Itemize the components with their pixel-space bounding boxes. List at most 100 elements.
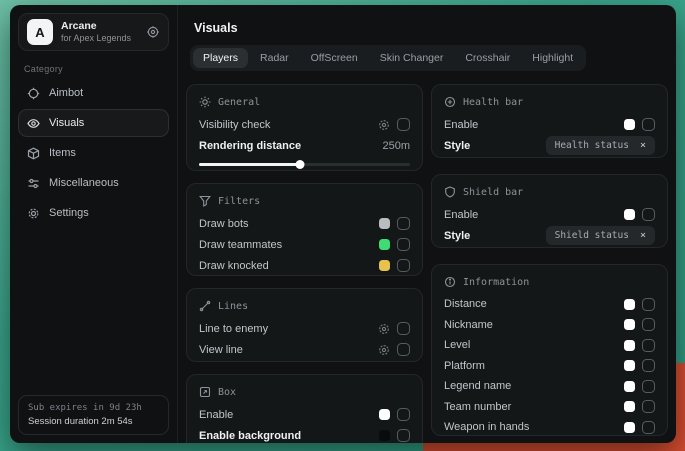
color-swatch[interactable] <box>624 360 635 371</box>
page-title: Visuals <box>194 21 238 35</box>
legend-name-checkbox[interactable] <box>642 380 655 393</box>
platform-checkbox[interactable] <box>642 359 655 372</box>
tab-radar[interactable]: Radar <box>250 48 299 68</box>
row-label: Style <box>444 140 470 152</box>
level-checkbox[interactable] <box>642 339 655 352</box>
draw-teammates-row: Draw teammates <box>199 234 410 255</box>
render-distance-row: Rendering distance 250m <box>199 135 410 156</box>
color-swatch[interactable] <box>624 299 635 310</box>
health-enable-checkbox[interactable] <box>642 118 655 131</box>
row-label: Enable <box>199 409 233 421</box>
nickname-row: Nickname <box>444 315 655 336</box>
diagonal-line-icon <box>199 300 211 312</box>
draw-bots-checkbox[interactable] <box>397 217 410 230</box>
sidebar-item-items[interactable]: Items <box>18 139 169 167</box>
filters-panel-header: Filters <box>199 193 410 209</box>
row-label: Team number <box>444 401 511 413</box>
box-enable-background-row: Enable background <box>199 425 410 443</box>
view-line-checkbox[interactable] <box>397 343 410 356</box>
sidebar-item-label: Aimbot <box>49 87 83 99</box>
information-panel: Information Distance Nickname <box>431 264 668 436</box>
box-enable-checkbox[interactable] <box>397 408 410 421</box>
row-label: Draw knocked <box>199 260 269 272</box>
color-swatch[interactable] <box>624 340 635 351</box>
level-row: Level <box>444 335 655 356</box>
health-bar-panel: Health bar Enable Style Health status <box>431 84 668 158</box>
header-settings-icon[interactable] <box>146 25 160 39</box>
health-style-row: Style Health status × <box>444 135 655 156</box>
render-distance-slider[interactable] <box>199 160 410 169</box>
shield-enable-checkbox[interactable] <box>642 208 655 221</box>
tab-crosshair[interactable]: Crosshair <box>455 48 520 68</box>
row-gear-icon[interactable] <box>378 344 390 356</box>
sidebar-item-visuals[interactable]: Visuals <box>18 109 169 137</box>
health-style-select[interactable]: Health status × <box>546 136 655 155</box>
weapon-in-hands-row: Weapon in hands <box>444 417 655 438</box>
color-swatch[interactable] <box>624 401 635 412</box>
general-panel: General Visibility check <box>186 84 423 171</box>
color-swatch[interactable] <box>624 422 635 433</box>
close-icon[interactable]: × <box>640 141 646 151</box>
sidebar-item-miscellaneous[interactable]: Miscellaneous <box>18 169 169 197</box>
sidebar-item-aimbot[interactable]: Aimbot <box>18 79 169 107</box>
color-swatch[interactable] <box>379 430 390 441</box>
panel-title: Health bar <box>463 97 523 108</box>
color-swatch[interactable] <box>379 239 390 250</box>
lines-panel: Lines Line to enemy <box>186 288 423 362</box>
distance-checkbox[interactable] <box>642 298 655 311</box>
team-number-checkbox[interactable] <box>642 400 655 413</box>
row-label: Weapon in hands <box>444 421 529 433</box>
panel-columns: General Visibility check <box>186 84 668 443</box>
app-meta: Arcane for Apex Legends <box>61 20 138 44</box>
sliders-icon <box>27 177 40 190</box>
panel-title: Information <box>463 277 529 288</box>
left-column: General Visibility check <box>186 84 423 443</box>
visibility-check-checkbox[interactable] <box>397 118 410 131</box>
panel-title: Lines <box>218 301 248 312</box>
color-swatch[interactable] <box>624 119 635 130</box>
draw-knocked-checkbox[interactable] <box>397 259 410 272</box>
tab-skin-changer[interactable]: Skin Changer <box>370 48 454 68</box>
row-label: View line <box>199 344 243 356</box>
view-line-row: View line <box>199 339 410 360</box>
color-swatch[interactable] <box>379 409 390 420</box>
slider-thumb[interactable] <box>296 160 305 169</box>
row-gear-icon[interactable] <box>378 119 390 131</box>
tab-offscreen[interactable]: OffScreen <box>301 48 368 68</box>
draw-teammates-checkbox[interactable] <box>397 238 410 251</box>
select-value: Shield status <box>555 230 629 241</box>
box-panel-header: Box <box>199 384 410 400</box>
draw-bots-row: Draw bots <box>199 213 410 234</box>
shield-style-select[interactable]: Shield status × <box>546 226 655 245</box>
tab-highlight[interactable]: Highlight <box>522 48 583 68</box>
session-duration-text: Session duration 2m 54s <box>28 416 159 427</box>
select-value: Health status <box>555 140 629 151</box>
close-icon[interactable]: × <box>640 231 646 241</box>
sub-expires-text: Sub expires in 9d 23h <box>28 403 159 413</box>
health-cross-icon <box>444 96 456 108</box>
box-enable-background-checkbox[interactable] <box>397 429 410 442</box>
nickname-checkbox[interactable] <box>642 318 655 331</box>
tab-players[interactable]: Players <box>193 48 248 68</box>
slider-fill <box>199 163 300 166</box>
box-panel: Box Enable Enable background <box>186 374 423 443</box>
box-frame-icon <box>199 386 211 398</box>
filters-panel: Filters Draw bots Draw teammates <box>186 183 423 276</box>
color-swatch[interactable] <box>624 319 635 330</box>
weapon-in-hands-checkbox[interactable] <box>642 421 655 434</box>
gear-icon <box>27 207 40 220</box>
row-label: Distance <box>444 298 487 310</box>
app-name: Arcane <box>61 20 138 33</box>
distance-row: Distance <box>444 294 655 315</box>
color-swatch[interactable] <box>624 381 635 392</box>
sidebar-item-label: Settings <box>49 207 89 219</box>
color-swatch[interactable] <box>379 218 390 229</box>
sun-icon <box>199 96 211 108</box>
row-label: Visibility check <box>199 119 270 131</box>
color-swatch[interactable] <box>624 209 635 220</box>
row-gear-icon[interactable] <box>378 323 390 335</box>
color-swatch[interactable] <box>379 260 390 271</box>
sidebar-item-settings[interactable]: Settings <box>18 199 169 227</box>
line-to-enemy-checkbox[interactable] <box>397 322 410 335</box>
lines-panel-header: Lines <box>199 298 410 314</box>
